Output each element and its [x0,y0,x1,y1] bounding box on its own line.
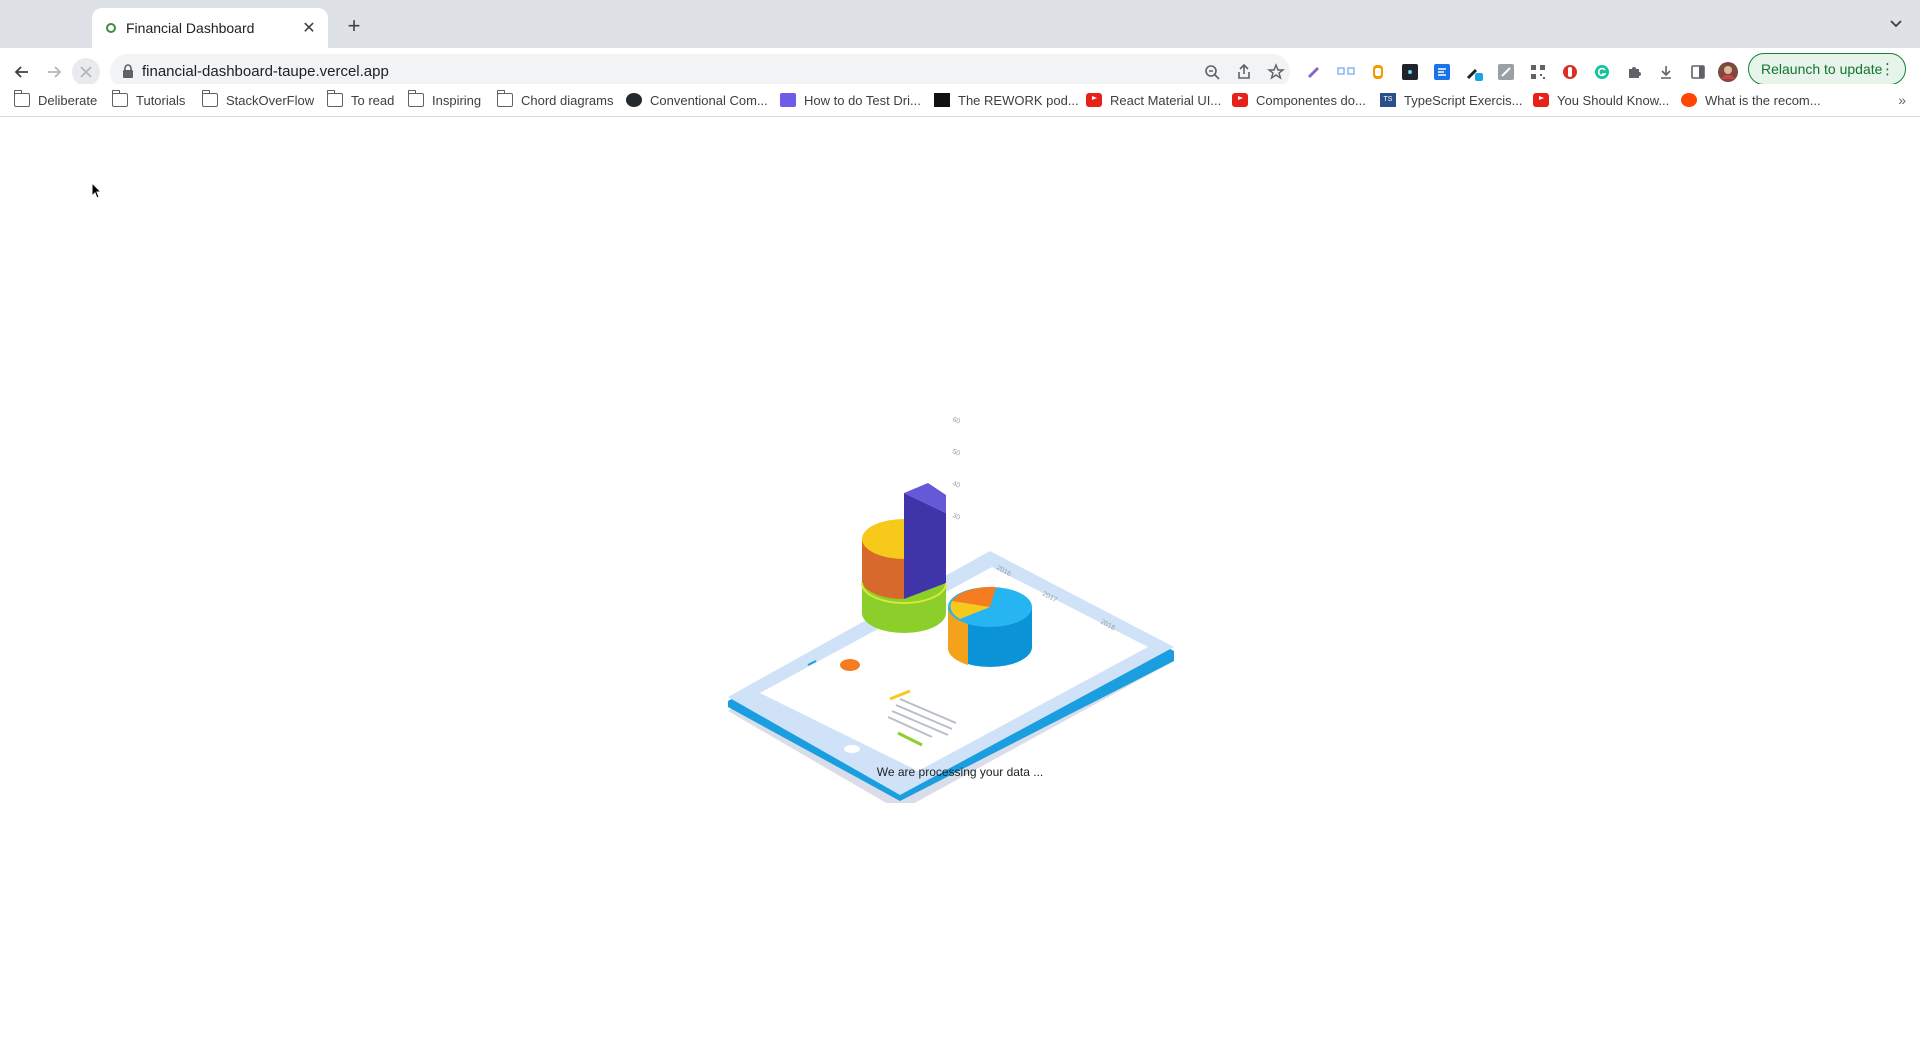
bookmark-chord-diagrams[interactable]: Chord diagrams [496,90,614,109]
blue-extension-icon[interactable] [1432,62,1452,82]
folder-icon [326,90,343,107]
bookmarks-bar: Deliberate Tutorials StackOverFlow To re… [0,84,1920,117]
bookmark-typescript-exercises[interactable]: TS TypeScript Exercis... [1380,91,1522,109]
forward-arrow-icon [48,66,62,78]
loading-favicon-icon [106,23,116,33]
relaunch-to-update-button[interactable]: Relaunch to update ⋮ [1748,53,1906,85]
orange-marker [840,659,860,671]
folder-icon [496,90,513,107]
glasses-extension-icon[interactable] [1336,62,1356,82]
bookmark-star-icon[interactable] [1266,62,1286,82]
home-button [844,745,860,753]
red-extension-icon[interactable] [1560,62,1580,82]
github-icon [626,93,642,107]
bookmark-stackoverflow[interactable]: StackOverFlow [201,90,314,109]
processing-message: We are processing your data ... [876,765,1044,779]
axis-tick: 60 [951,416,961,425]
axis-tick: 30 [951,512,961,521]
bookmark-deliberate[interactable]: Deliberate [13,90,97,109]
grammarly-icon[interactable] [1592,62,1612,82]
new-tab-button[interactable]: + [340,12,368,40]
eyedropper-extension-icon[interactable] [1464,62,1484,82]
youtube-icon [1533,93,1549,107]
folder-icon [111,90,128,107]
more-menu-icon[interactable]: ⋮ [1880,60,1895,78]
tab-financial-dashboard[interactable]: Financial Dashboard ✕ [92,8,328,48]
folder-icon [13,90,30,107]
gray-extension-icon[interactable] [1496,62,1516,82]
stop-loading-button[interactable] [72,58,100,86]
axis-tick: 50 [951,448,961,457]
profile-avatar[interactable] [1718,62,1738,82]
youtube-icon [1232,93,1248,107]
cylinder-chart-tall [861,483,947,633]
side-panel-icon[interactable] [1688,62,1708,82]
url-text: financial-dashboard-taupe.vercel.app [142,63,389,80]
tab-strip: Financial Dashboard ✕ + [0,0,1920,48]
bookmark-tutorials[interactable]: Tutorials [111,90,185,109]
extensions-puzzle-icon[interactable] [1624,62,1644,82]
bookmark-reddit[interactable]: What is the recom... [1681,91,1821,109]
bookmark-rework-podcast[interactable]: The REWORK pod... [934,91,1079,109]
orange-extension-icon[interactable] [1368,62,1388,82]
lock-icon [123,64,133,78]
axis-tick: 40 [951,480,961,489]
react-devtools-icon[interactable] [1400,62,1420,82]
forward-button[interactable] [40,58,68,86]
relaunch-label: Relaunch to update [1761,61,1883,77]
stop-x-icon [80,66,92,78]
page-content: 60 50 40 30 2016 2017 2018 We are proces… [0,117,1920,1054]
bookmark-test-driven[interactable]: How to do Test Dri... [780,91,921,109]
tab-close-icon[interactable]: ✕ [300,18,318,38]
back-button[interactable] [8,58,36,86]
mouse-cursor-icon [91,182,103,199]
tab-title: Financial Dashboard [126,20,255,36]
purple-site-icon [780,93,796,107]
bookmark-you-should-know[interactable]: You Should Know... [1533,91,1669,109]
share-icon[interactable] [1234,62,1254,82]
bookmark-inspiring[interactable]: Inspiring [407,90,481,109]
qr-code-icon[interactable] [1528,62,1548,82]
youtube-icon [1086,93,1102,107]
folder-icon [407,90,424,107]
bookmark-react-material-ui[interactable]: React Material UI... [1086,91,1221,109]
download-icon[interactable] [1656,62,1676,82]
zoom-icon[interactable] [1202,62,1222,82]
folder-icon [201,90,218,107]
processing-illustration: 60 50 40 30 2016 2017 2018 [728,416,1174,803]
rework-icon [934,93,950,107]
back-arrow-icon [14,66,28,78]
typescript-icon: TS [1380,93,1396,107]
reddit-icon [1681,93,1697,107]
bookmark-to-read[interactable]: To read [326,90,394,109]
bookmarks-overflow-icon[interactable]: » [1898,92,1906,108]
pen-extension-icon[interactable] [1304,62,1324,82]
bookmark-conventional-commits[interactable]: Conventional Com... [626,91,768,109]
bookmark-componentes[interactable]: Componentes do... [1232,91,1366,109]
cylinder-chart-pie [947,586,1032,667]
tab-search-chevron-icon[interactable] [1886,14,1906,34]
